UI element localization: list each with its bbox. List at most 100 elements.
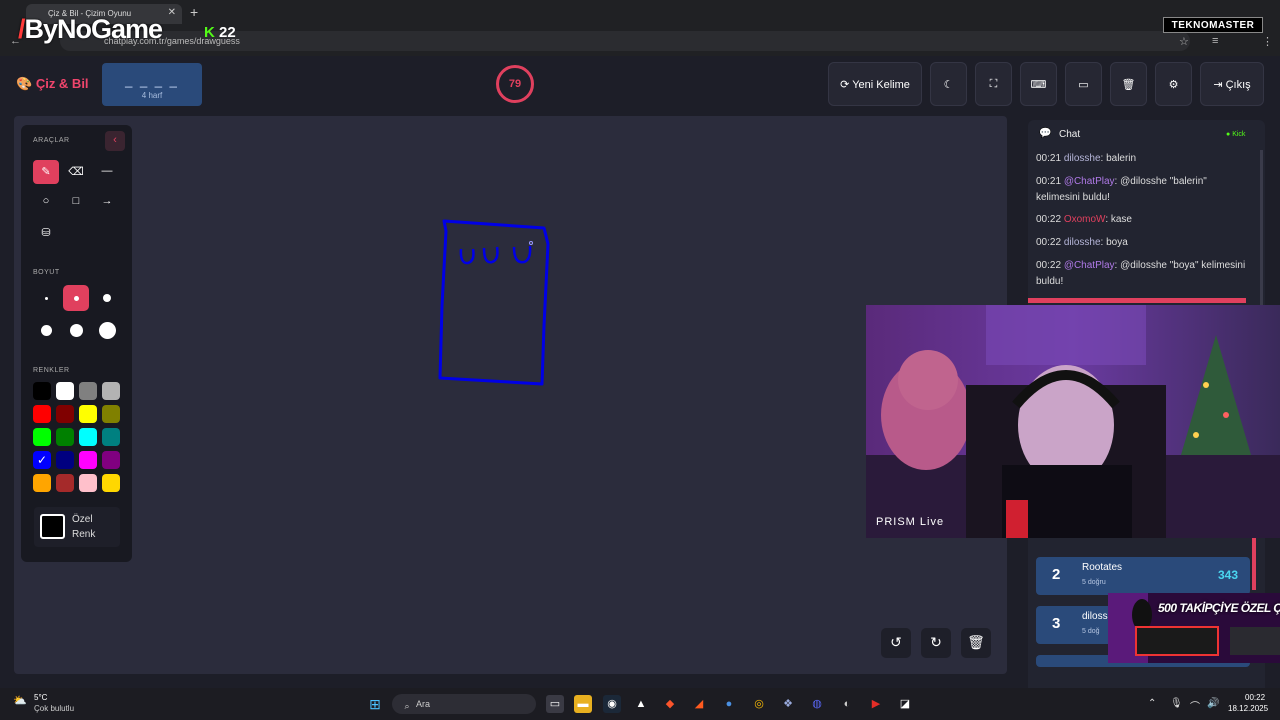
color-swatch[interactable] <box>33 405 51 423</box>
color-swatch[interactable] <box>102 428 120 446</box>
drawing-svg <box>438 219 550 386</box>
color-swatch[interactable] <box>56 451 74 469</box>
app-icon[interactable]: ▲ <box>632 695 650 713</box>
prism-live-watermark: PRISM Live <box>876 516 945 528</box>
bookmark-star-icon[interactable]: ☆ <box>1179 35 1189 48</box>
menu-icon[interactable]: ⋮ <box>1262 35 1273 48</box>
file-explorer-icon[interactable]: ▬ <box>574 695 592 713</box>
color-swatch[interactable] <box>102 382 120 400</box>
exit-icon: ⇥ <box>1213 79 1223 91</box>
redo-button[interactable]: ↻ <box>921 628 951 658</box>
color-swatch[interactable] <box>79 405 97 423</box>
line-tool[interactable]: — <box>94 160 120 184</box>
tray-chevron-icon[interactable]: ⌃ <box>1148 698 1156 709</box>
theme-toggle-button[interactable]: ☾ <box>930 62 967 106</box>
new-tab-icon[interactable]: + <box>190 4 198 20</box>
color-swatch[interactable] <box>33 428 51 446</box>
reading-list-icon[interactable]: ≡ <box>1212 35 1218 47</box>
size-option-5[interactable] <box>63 317 89 343</box>
keyboard-icon: ⌨ <box>1030 79 1047 91</box>
webcam-overlay <box>866 305 1280 538</box>
chat-input-bar[interactable] <box>1028 298 1246 303</box>
tab-close-icon[interactable]: ✕ <box>168 7 176 18</box>
app-icon[interactable]: ● <box>720 695 738 713</box>
discord-icon[interactable]: ◍ <box>808 695 826 713</box>
rectangle-tool[interactable]: □ <box>63 190 89 214</box>
custom-color-button[interactable]: Özel Renk <box>34 507 120 547</box>
color-swatch[interactable] <box>56 382 74 400</box>
eraser-tool[interactable]: ⌫ <box>63 160 89 184</box>
drawing-canvas[interactable] <box>14 116 1007 674</box>
circle-tool[interactable]: ○ <box>33 190 59 214</box>
youtube-icon[interactable]: ▶ <box>867 695 885 713</box>
color-swatch[interactable] <box>79 451 97 469</box>
steam-icon[interactable]: ◉ <box>603 695 621 713</box>
chat-scrollbar[interactable] <box>1260 150 1263 305</box>
weather-icon[interactable]: ⛅ <box>11 692 29 710</box>
clear-canvas-button[interactable]: 🗑 <box>961 628 991 658</box>
app-brand[interactable]: 🎨 Çiz & Bil <box>16 76 89 92</box>
keyboard-button[interactable]: ⌨ <box>1020 62 1057 106</box>
app-icon[interactable]: ◪ <box>896 695 914 713</box>
network-icon[interactable]: ⌒ <box>1190 698 1200 713</box>
color-swatch[interactable] <box>33 474 51 492</box>
fill-tool[interactable]: ⛁ <box>33 221 59 245</box>
app-icon[interactable]: ◐ <box>838 695 856 713</box>
brush-icon: ✎ <box>41 166 51 178</box>
leaderboard-scrollbar[interactable] <box>1252 538 1256 590</box>
size-option-3[interactable] <box>94 285 120 311</box>
color-swatch[interactable] <box>102 474 120 492</box>
undo-button[interactable]: ↺ <box>881 628 911 658</box>
color-swatch[interactable] <box>56 405 74 423</box>
drawn-letter-stroke <box>512 245 532 264</box>
color-swatch[interactable] <box>79 382 97 400</box>
size-option-4[interactable] <box>33 317 59 343</box>
color-swatch[interactable] <box>102 451 120 469</box>
eraser-icon: ⌫ <box>68 166 84 178</box>
drawn-dot-stroke <box>529 241 533 245</box>
kick-counter: K 22 <box>204 24 236 41</box>
volume-icon[interactable]: 🔊 <box>1207 698 1219 709</box>
task-view-icon[interactable]: ▭ <box>546 695 564 713</box>
chrome-icon[interactable]: ◎ <box>750 695 768 713</box>
collapse-panel-button[interactable]: ‹ <box>105 131 125 151</box>
exit-button[interactable]: ⇥ Çıkış <box>1200 62 1264 106</box>
color-swatch[interactable] <box>79 428 97 446</box>
color-swatch[interactable] <box>56 428 74 446</box>
new-word-button[interactable]: ⟳ Yeni Kelime <box>828 62 922 106</box>
kick-logo-icon: K <box>204 24 215 41</box>
teknomaster-badge: TEKNOMASTER <box>1163 17 1263 33</box>
size-option-1[interactable] <box>33 285 59 311</box>
archive-icon: ▭ <box>1078 79 1089 91</box>
colors-section-label: RENKLER <box>33 367 70 374</box>
weather-desc: Çok bulutlu <box>34 704 75 713</box>
microphone-icon[interactable]: 🎙 <box>1170 698 1183 709</box>
word-hint-box: _ _ _ _ 4 harf <box>102 63 202 106</box>
color-swatch[interactable]: ✓ <box>33 451 51 469</box>
settings-button[interactable]: ⚙ <box>1155 62 1192 106</box>
chat-message: 00:22 @ChatPlay: @dilosshe "boya" kelime… <box>1036 260 1246 287</box>
chat-message: 00:22 OxomoW: kase <box>1036 214 1132 225</box>
app-icon[interactable]: ❖ <box>779 695 797 713</box>
arrow-tool[interactable]: → <box>94 190 120 214</box>
palette-icon: 🎨 <box>16 76 33 91</box>
color-swatch[interactable] <box>79 474 97 492</box>
color-swatch[interactable] <box>56 474 74 492</box>
color-swatch[interactable] <box>33 382 51 400</box>
custom-color-preview <box>40 514 65 539</box>
start-icon[interactable]: ⊞ <box>366 695 384 713</box>
circle-icon: ○ <box>42 195 50 207</box>
brush-tool[interactable]: ✎ <box>33 160 59 184</box>
fullscreen-button[interactable]: ⛶ <box>975 62 1012 106</box>
archive-button[interactable]: ▭ <box>1065 62 1102 106</box>
clear-button[interactable]: 🗑 <box>1110 62 1147 106</box>
size-option-2[interactable] <box>63 285 89 311</box>
trash-icon: 🗑 <box>1121 79 1136 91</box>
app-icon[interactable]: ◢ <box>690 695 708 713</box>
round-timer: 79 <box>496 65 534 103</box>
arrow-right-icon: → <box>101 195 113 207</box>
brave-icon[interactable]: ◆ <box>661 695 679 713</box>
size-option-6[interactable] <box>94 317 120 343</box>
gear-icon: ⚙ <box>1168 79 1179 91</box>
color-swatch[interactable] <box>102 405 120 423</box>
